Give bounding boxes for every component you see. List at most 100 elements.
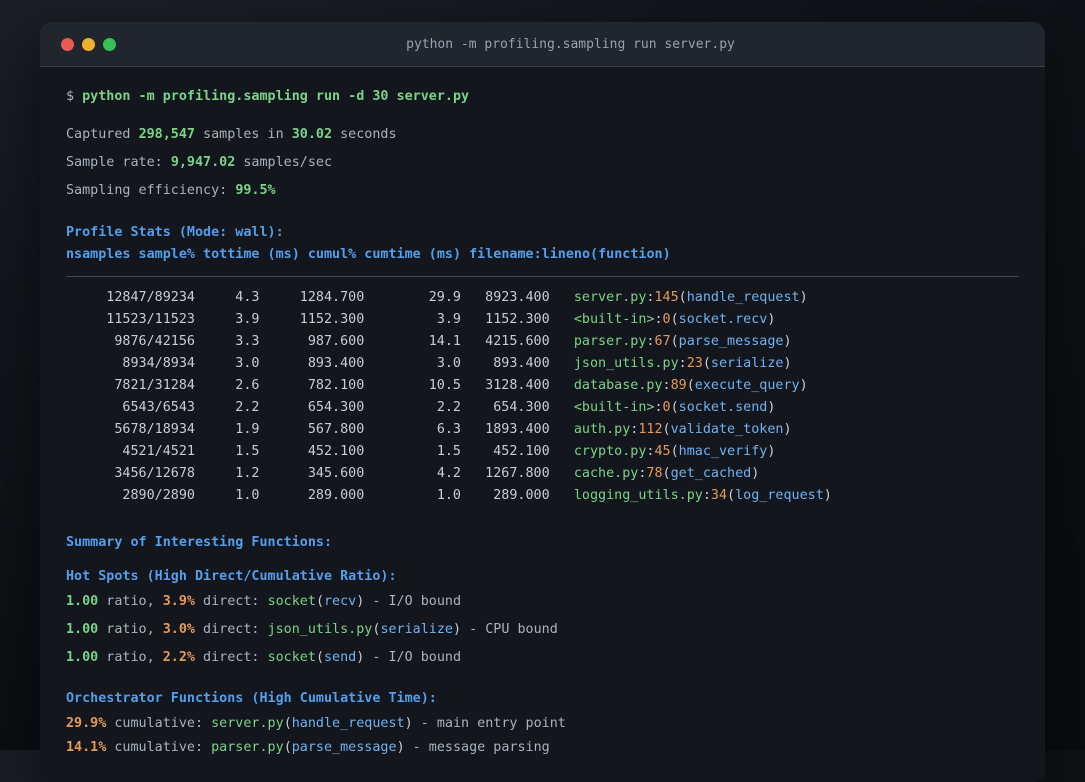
target-name: json_utils.py — [267, 622, 373, 637]
col-tottime: 345.600 — [307, 466, 365, 481]
col-tottime: 1152.300 — [299, 312, 365, 327]
filename: logging_utils.py — [573, 488, 703, 503]
colon: : — [654, 400, 663, 415]
profile-stats-heading: Profile Stats (Mode: wall): — [66, 225, 284, 240]
table-row: 11523/11523 3.9 1152.300 3.9 1152.300 <built-… — [66, 309, 1019, 331]
col-cumtime: 4215.600 — [485, 334, 550, 349]
function-name: validate_token — [670, 422, 784, 437]
col-tottime: 782.100 — [307, 378, 365, 393]
hot-spot-line: 1.00 ratio, 3.0% direct: json_utils.py(s… — [66, 622, 558, 637]
lparen: ( — [670, 334, 679, 349]
table-row: 9876/42156 3.3 987.600 14.1 4215.600 parser.p… — [66, 331, 1019, 353]
filename: parser.py — [573, 334, 647, 349]
rparen: ) — [751, 466, 760, 481]
efficiency-line: Sampling efficiency: 99.5% — [66, 183, 276, 198]
rparen: ) — [783, 334, 792, 349]
table-divider — [66, 276, 1019, 277]
col-tottime: 452.100 — [307, 444, 365, 459]
col-sample-pct: 1.9 — [235, 422, 260, 437]
arg-name: parse_message — [291, 740, 397, 755]
window-titlebar[interactable]: python -m profiling.sampling run server.… — [40, 22, 1045, 67]
col-cumtime: 893.400 — [493, 356, 550, 371]
table-columns-header: nsamples sample% tottime (ms) cumul% cum… — [66, 247, 671, 262]
filename: cache.py — [573, 466, 639, 481]
col-cumul-pct: 29.9 — [428, 290, 461, 305]
lineno: 0 — [662, 312, 671, 327]
filename: server.py — [573, 290, 647, 305]
lineno: 112 — [638, 422, 663, 437]
col-nsamples: 3456/12678 — [114, 466, 195, 481]
col-cumtime: 3128.400 — [485, 378, 550, 393]
captured-line: Captured 298,547 samples in 30.02 second… — [66, 127, 397, 142]
filename: crypto.py — [573, 444, 647, 459]
col-sample-pct: 2.6 — [235, 378, 260, 393]
col-tottime: 893.400 — [307, 356, 365, 371]
target-name: socket — [267, 594, 316, 609]
col-cumtime: 654.300 — [493, 400, 550, 415]
lparen: ( — [283, 716, 292, 731]
col-nsamples: 9876/42156 — [114, 334, 195, 349]
col-sample-pct: 1.2 — [235, 466, 260, 481]
lineno: 67 — [654, 334, 671, 349]
col-cumtime: 8923.400 — [485, 290, 550, 305]
maximize-button[interactable] — [103, 37, 116, 51]
orchestrator-line: 14.1% cumulative: parser.py(parse_messag… — [66, 740, 550, 755]
lparen: ( — [662, 466, 671, 481]
traffic-lights — [40, 37, 130, 51]
cumulative-pct: 14.1% — [66, 740, 107, 755]
lparen: ( — [670, 444, 679, 459]
efficiency-value: 99.5% — [235, 183, 276, 198]
lineno: 89 — [670, 378, 687, 393]
col-cumtime: 289.000 — [493, 488, 550, 503]
filename: json_utils.py — [573, 356, 679, 371]
terminal-output: $ python -m profiling.sampling run -d 30… — [40, 86, 1045, 759]
col-nsamples: 11523/11523 — [106, 312, 195, 327]
shell-prompt: $ — [66, 89, 83, 104]
table-row: 3456/12678 1.2 345.600 4.2 1267.800 cache.py:… — [66, 463, 1019, 485]
lineno: 23 — [686, 356, 703, 371]
lparen: ( — [315, 594, 324, 609]
ratio-value: 1.00 — [66, 622, 99, 637]
col-nsamples: 5678/18934 — [114, 422, 195, 437]
function-name: log_request — [735, 488, 824, 503]
colon: : — [702, 488, 711, 503]
close-button[interactable] — [61, 37, 74, 51]
command-line: $ python -m profiling.sampling run -d 30… — [66, 86, 1019, 108]
minimize-button[interactable] — [82, 37, 95, 51]
table-row: 2890/2890 1.0 289.000 1.0 289.000 logging_uti… — [66, 485, 1019, 507]
col-nsamples: 2890/2890 — [122, 488, 195, 503]
col-cumul-pct: 4.2 — [436, 466, 461, 481]
orchestrator-line: 29.9% cumulative: server.py(handle_reque… — [66, 716, 566, 731]
col-nsamples: 8934/8934 — [122, 356, 195, 371]
table-row: 6543/6543 2.2 654.300 2.2 654.300 <built-in>:… — [66, 397, 1019, 419]
lparen: ( — [315, 650, 324, 665]
col-sample-pct: 4.3 — [235, 290, 260, 305]
bound-note: - I/O bound — [364, 594, 462, 609]
sample-rate-line: Sample rate: 9,947.02 samples/sec — [66, 155, 333, 170]
terminal-window: python -m profiling.sampling run server.… — [40, 22, 1045, 782]
capture-duration: 30.02 — [291, 127, 333, 142]
arg-name: serialize — [380, 622, 453, 637]
function-name: serialize — [710, 356, 784, 371]
lineno: 145 — [654, 290, 679, 305]
orchestrator-heading: Orchestrator Functions (High Cumulative … — [66, 691, 437, 706]
col-nsamples: 12847/89234 — [106, 290, 195, 305]
filename: <built-in> — [573, 312, 655, 327]
col-cumul-pct: 10.5 — [428, 378, 461, 393]
col-cumul-pct: 3.9 — [436, 312, 461, 327]
col-cumtime: 1152.300 — [485, 312, 550, 327]
col-nsamples: 4521/4521 — [122, 444, 195, 459]
col-sample-pct: 3.0 — [235, 356, 260, 371]
col-cumul-pct: 2.2 — [436, 400, 461, 415]
samples-count: 298,547 — [138, 127, 195, 142]
function-name: socket.recv — [678, 312, 768, 327]
lparen: ( — [283, 740, 292, 755]
col-cumtime: 452.100 — [493, 444, 550, 459]
table-row: 4521/4521 1.5 452.100 1.5 452.100 crypto.py:4… — [66, 441, 1019, 463]
col-sample-pct: 1.5 — [235, 444, 260, 459]
direct-pct: 3.0% — [162, 622, 195, 637]
direct-pct: 2.2% — [162, 650, 195, 665]
function-name: socket.send — [678, 400, 768, 415]
colon: : — [654, 312, 663, 327]
col-cumtime: 1267.800 — [485, 466, 550, 481]
